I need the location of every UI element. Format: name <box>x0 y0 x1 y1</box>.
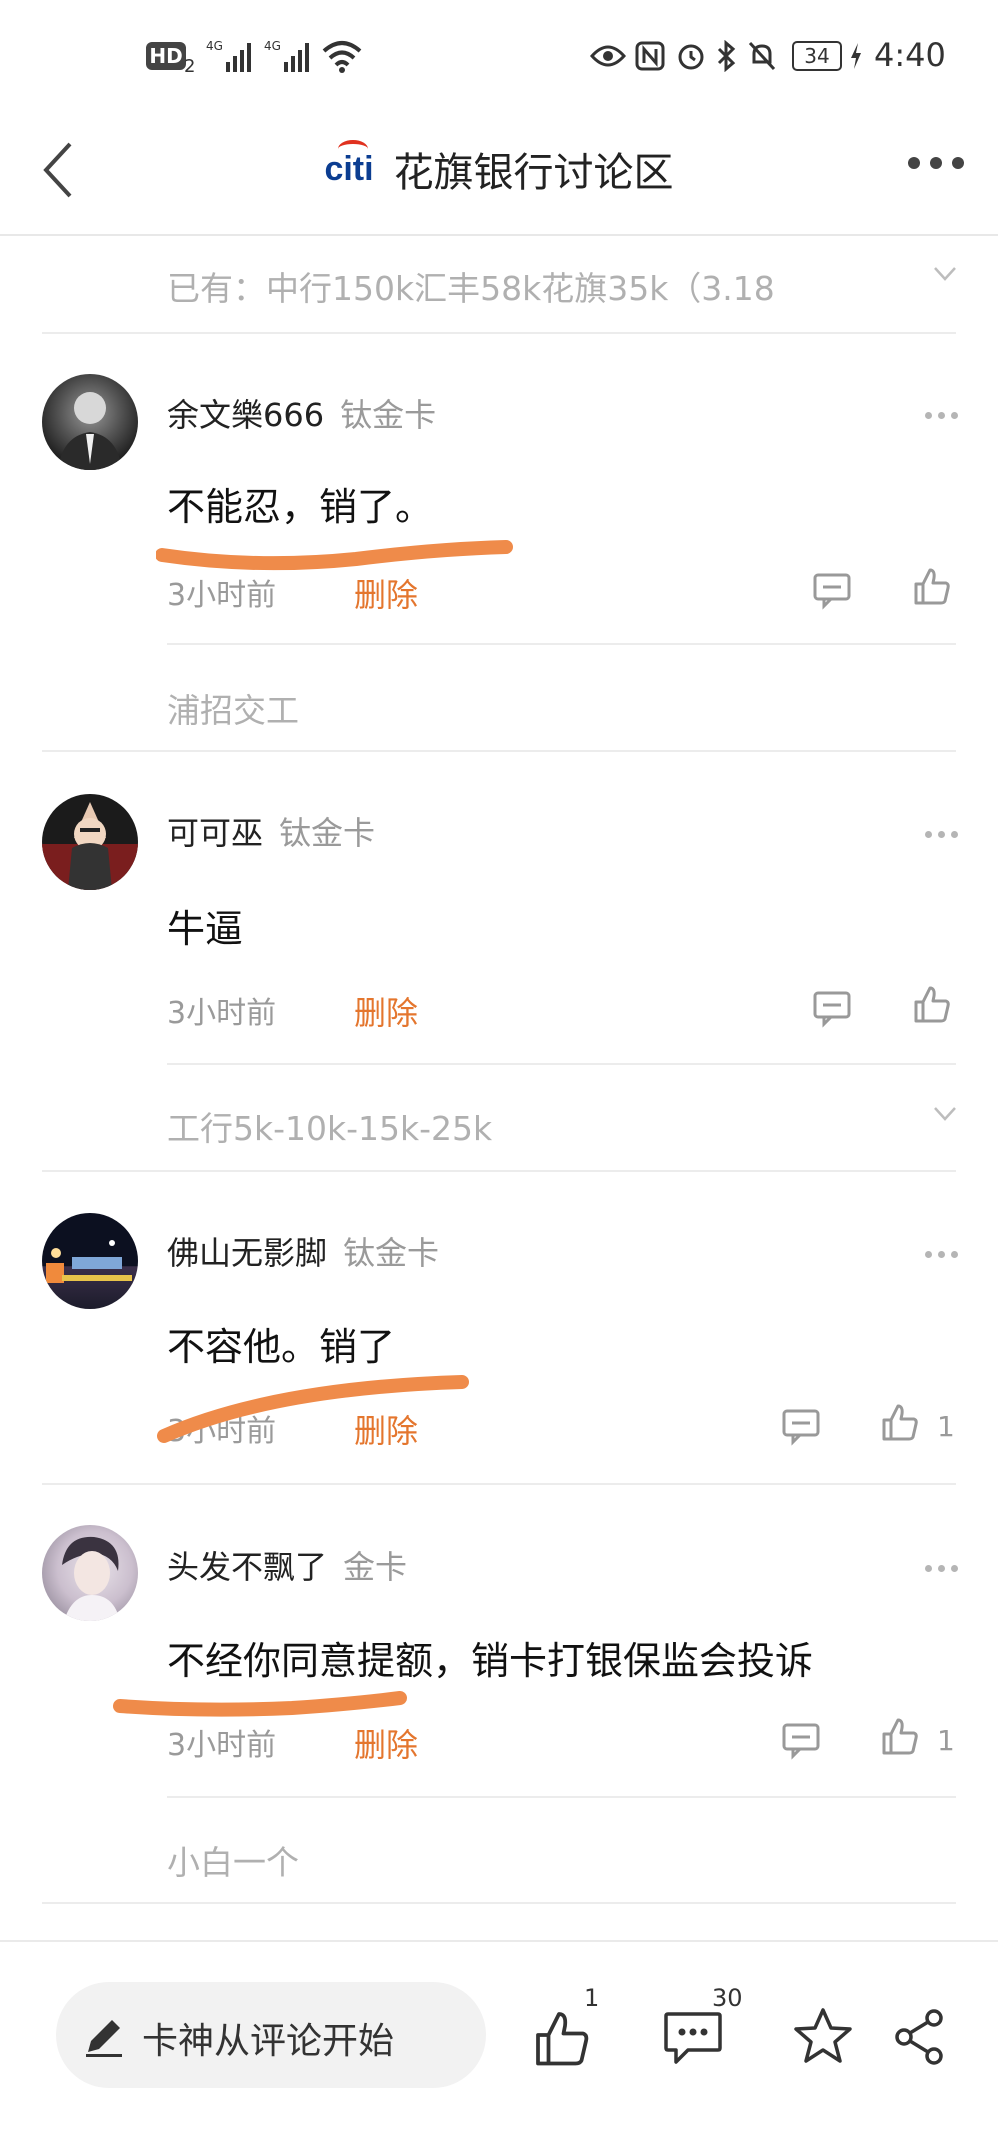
signal-icon-1: 4G <box>206 38 256 74</box>
avatar[interactable] <box>42 374 138 470</box>
card-badge: 钛金卡 <box>279 814 376 852</box>
pencil-icon <box>86 2020 122 2057</box>
comment-body: 不容他。销了 <box>167 1325 396 1369</box>
chevron-down-icon[interactable] <box>934 1106 956 1128</box>
divider <box>167 1063 956 1065</box>
battery-icon: 34 <box>790 38 844 74</box>
citi-logo-arc <box>338 139 369 158</box>
comment-author[interactable]: 可可巫 钛金卡 <box>167 808 375 854</box>
delete-button[interactable]: 删除 <box>354 1406 418 1452</box>
eye-icon <box>590 38 626 74</box>
highlight-underline <box>113 1691 407 1717</box>
hd-sub-icon: 2 <box>184 55 196 77</box>
comment-time: 3小时前 <box>167 1728 277 1763</box>
comment-time: 3小时前 <box>167 996 277 1031</box>
reply-icon[interactable] <box>812 988 852 1028</box>
star-icon[interactable] <box>792 2006 854 2070</box>
reply-preview[interactable]: 小白一个 <box>167 1836 957 1884</box>
like-icon[interactable] <box>880 1716 920 1756</box>
comment-more-button[interactable] <box>919 404 958 423</box>
avatar[interactable] <box>42 794 138 890</box>
share-icon[interactable] <box>892 2008 948 2070</box>
chevron-down-icon[interactable] <box>934 266 956 288</box>
avatar[interactable] <box>42 1525 138 1621</box>
comment-body: 牛逼 <box>167 907 244 951</box>
like-icon[interactable] <box>912 566 952 606</box>
page-title-wrap: citi 花旗银行讨论区 <box>0 139 998 198</box>
card-badge: 金卡 <box>343 1548 408 1586</box>
like-icon[interactable] <box>912 984 952 1024</box>
comment-more-button[interactable] <box>919 1557 958 1576</box>
mute-bell-icon <box>746 38 778 74</box>
delete-button[interactable]: 删除 <box>354 570 418 616</box>
charging-icon <box>848 38 864 74</box>
bottom-action-bar: 卡神从评论开始 1 30 <box>0 1940 998 2137</box>
comment-count-badge: 30 <box>712 1984 743 2012</box>
divider <box>167 643 956 645</box>
reply-icon[interactable] <box>781 1406 821 1446</box>
like-post-button[interactable] <box>532 2008 592 2072</box>
reply-icon[interactable] <box>812 570 852 610</box>
divider <box>42 750 956 752</box>
divider <box>42 1483 956 1485</box>
delete-button[interactable]: 删除 <box>354 1720 418 1766</box>
comment-time: 3小时前 <box>167 578 277 613</box>
comment-body: 不能忍，销了。 <box>167 485 434 529</box>
comment-input[interactable]: 卡神从评论开始 <box>56 1982 486 2088</box>
comment-more-button[interactable] <box>919 1243 958 1262</box>
comment-more-button[interactable] <box>919 823 958 842</box>
highlight-underline <box>156 540 513 571</box>
reply-preview[interactable]: 浦招交工 <box>167 684 957 732</box>
like-count: 1 <box>937 1724 955 1757</box>
comment-author[interactable]: 头发不飘了 金卡 <box>167 1542 407 1588</box>
status-bar: HD 2 4G 4G 34 4:40 <box>0 0 998 110</box>
signal-icon-2: 4G <box>264 38 314 74</box>
reply-icon[interactable] <box>781 1720 821 1760</box>
like-count: 1 <box>937 1410 955 1443</box>
card-badge: 钛金卡 <box>340 396 437 434</box>
svg-text:4G: 4G <box>206 39 223 53</box>
divider <box>42 1902 956 1904</box>
divider <box>42 1170 956 1172</box>
highlight-underline <box>157 1375 469 1443</box>
citi-logo: citi <box>324 139 374 189</box>
like-icon[interactable] <box>880 1402 920 1442</box>
divider <box>42 332 956 334</box>
reply-preview[interactable]: 已有：中行150k汇丰58k花旗35k（3.18 <box>167 262 957 310</box>
reply-preview[interactable]: 工行5k-10k-15k-25k <box>167 1102 957 1150</box>
more-options-button[interactable] <box>898 154 964 173</box>
comment-body: 不经你同意提额，销卡打银保监会投诉 <box>167 1639 814 1683</box>
card-badge: 钛金卡 <box>343 1234 440 1272</box>
hd-icon: HD <box>146 42 186 70</box>
delete-button[interactable]: 删除 <box>354 988 418 1034</box>
bluetooth-icon <box>714 38 738 74</box>
nfc-icon <box>634 38 666 74</box>
svg-text:4G: 4G <box>264 39 281 53</box>
comment-author[interactable]: 余文樂666 钛金卡 <box>167 390 436 436</box>
top-nav-bar: citi 花旗银行讨论区 <box>0 110 998 236</box>
comments-button[interactable] <box>662 2008 724 2072</box>
divider <box>167 1796 956 1798</box>
alarm-icon <box>674 38 708 74</box>
page-title: 花旗银行讨论区 <box>393 150 674 196</box>
comment-author[interactable]: 佛山无影脚 钛金卡 <box>167 1228 439 1274</box>
like-count-badge: 1 <box>584 1984 600 2012</box>
avatar[interactable] <box>42 1213 138 1309</box>
comment-input-placeholder: 卡神从评论开始 <box>142 2021 395 2062</box>
wifi-icon <box>322 38 362 74</box>
status-time: 4:40 <box>874 36 946 74</box>
